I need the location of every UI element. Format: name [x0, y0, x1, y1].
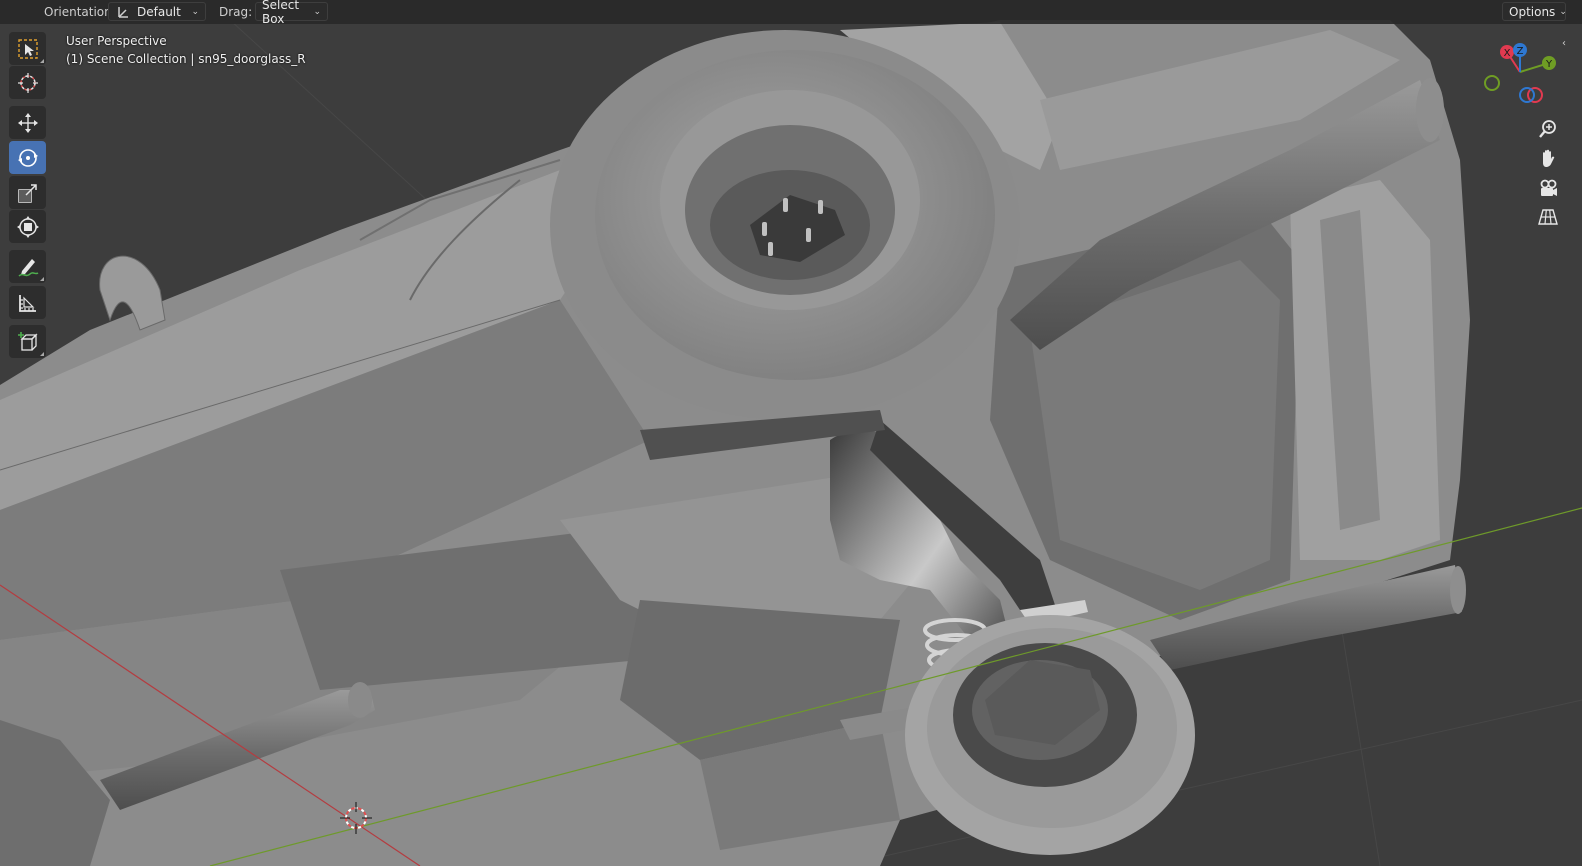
rotate-icon	[17, 148, 38, 167]
scale-icon	[17, 183, 37, 203]
chevron-down-icon: ⌄	[1559, 6, 1567, 17]
add-cube-tool[interactable]	[9, 325, 46, 358]
camera-icon	[1540, 179, 1557, 196]
pan-hand-icon	[1543, 149, 1555, 167]
toggle-projection-button[interactable]	[1533, 204, 1563, 230]
rotate-tool[interactable]	[9, 141, 46, 174]
select-box-tool[interactable]	[9, 32, 46, 65]
z-axis-label: Z	[1517, 46, 1524, 57]
y-axis-label: Y	[1545, 59, 1553, 70]
measure-icon	[18, 294, 36, 312]
chevron-down-icon: ⌄	[313, 6, 321, 17]
zoom-button[interactable]	[1533, 116, 1563, 142]
x-axis-label: X	[1504, 48, 1511, 59]
orientation-label: Orientation:	[44, 5, 116, 19]
view-info-overlay: User Perspective (1) Scene Collection | …	[66, 32, 306, 68]
select-box-icon	[17, 38, 38, 59]
cursor-tool[interactable]	[9, 66, 46, 99]
drag-value: Select Box	[262, 0, 300, 26]
cursor-icon	[17, 72, 38, 93]
navigation-gizmo[interactable]: X Z Y	[1478, 38, 1568, 110]
move-icon	[17, 112, 38, 133]
view-perspective: User Perspective	[66, 34, 167, 48]
spare-tire	[550, 30, 1020, 420]
drag-dropdown[interactable]: Select Box ⌄	[255, 0, 328, 26]
pan-button[interactable]	[1533, 145, 1563, 171]
drag-label: Drag:	[219, 5, 253, 19]
viewport-header: Orientation: Default ⌄ Drag: Select Box …	[0, 0, 1582, 26]
neg-y-axis-handle	[1484, 75, 1500, 91]
measure-tool[interactable]	[9, 286, 46, 319]
options-label: Options	[1509, 4, 1556, 19]
viewport-scene	[0, 0, 1582, 866]
scale-tool[interactable]	[9, 176, 46, 209]
options-button[interactable]: Options ⌄	[1502, 2, 1567, 21]
rear-wheel	[905, 615, 1195, 855]
transform-tool[interactable]	[9, 210, 46, 243]
active-collection: (1) Scene Collection | sn95_doorglass_R	[66, 52, 306, 66]
annotate-icon	[17, 258, 38, 277]
move-tool[interactable]	[9, 106, 46, 139]
add-cube-icon	[17, 331, 38, 351]
3d-viewport[interactable]: Orientation: Default ⌄ Drag: Select Box …	[0, 0, 1582, 866]
camera-view-button[interactable]	[1533, 175, 1563, 201]
orientation-value: Default	[137, 4, 181, 19]
annotate-tool[interactable]	[9, 250, 46, 283]
orientation-dropdown[interactable]: Default ⌄	[108, 2, 206, 21]
zoom-icon	[1539, 120, 1556, 138]
chevron-down-icon: ⌄	[191, 6, 199, 17]
transform-icon	[16, 215, 39, 238]
grid-view-icon	[1538, 209, 1558, 225]
sidebar-toggle-icon[interactable]: ‹	[1562, 38, 1566, 49]
orientation-axes-icon	[118, 6, 128, 18]
